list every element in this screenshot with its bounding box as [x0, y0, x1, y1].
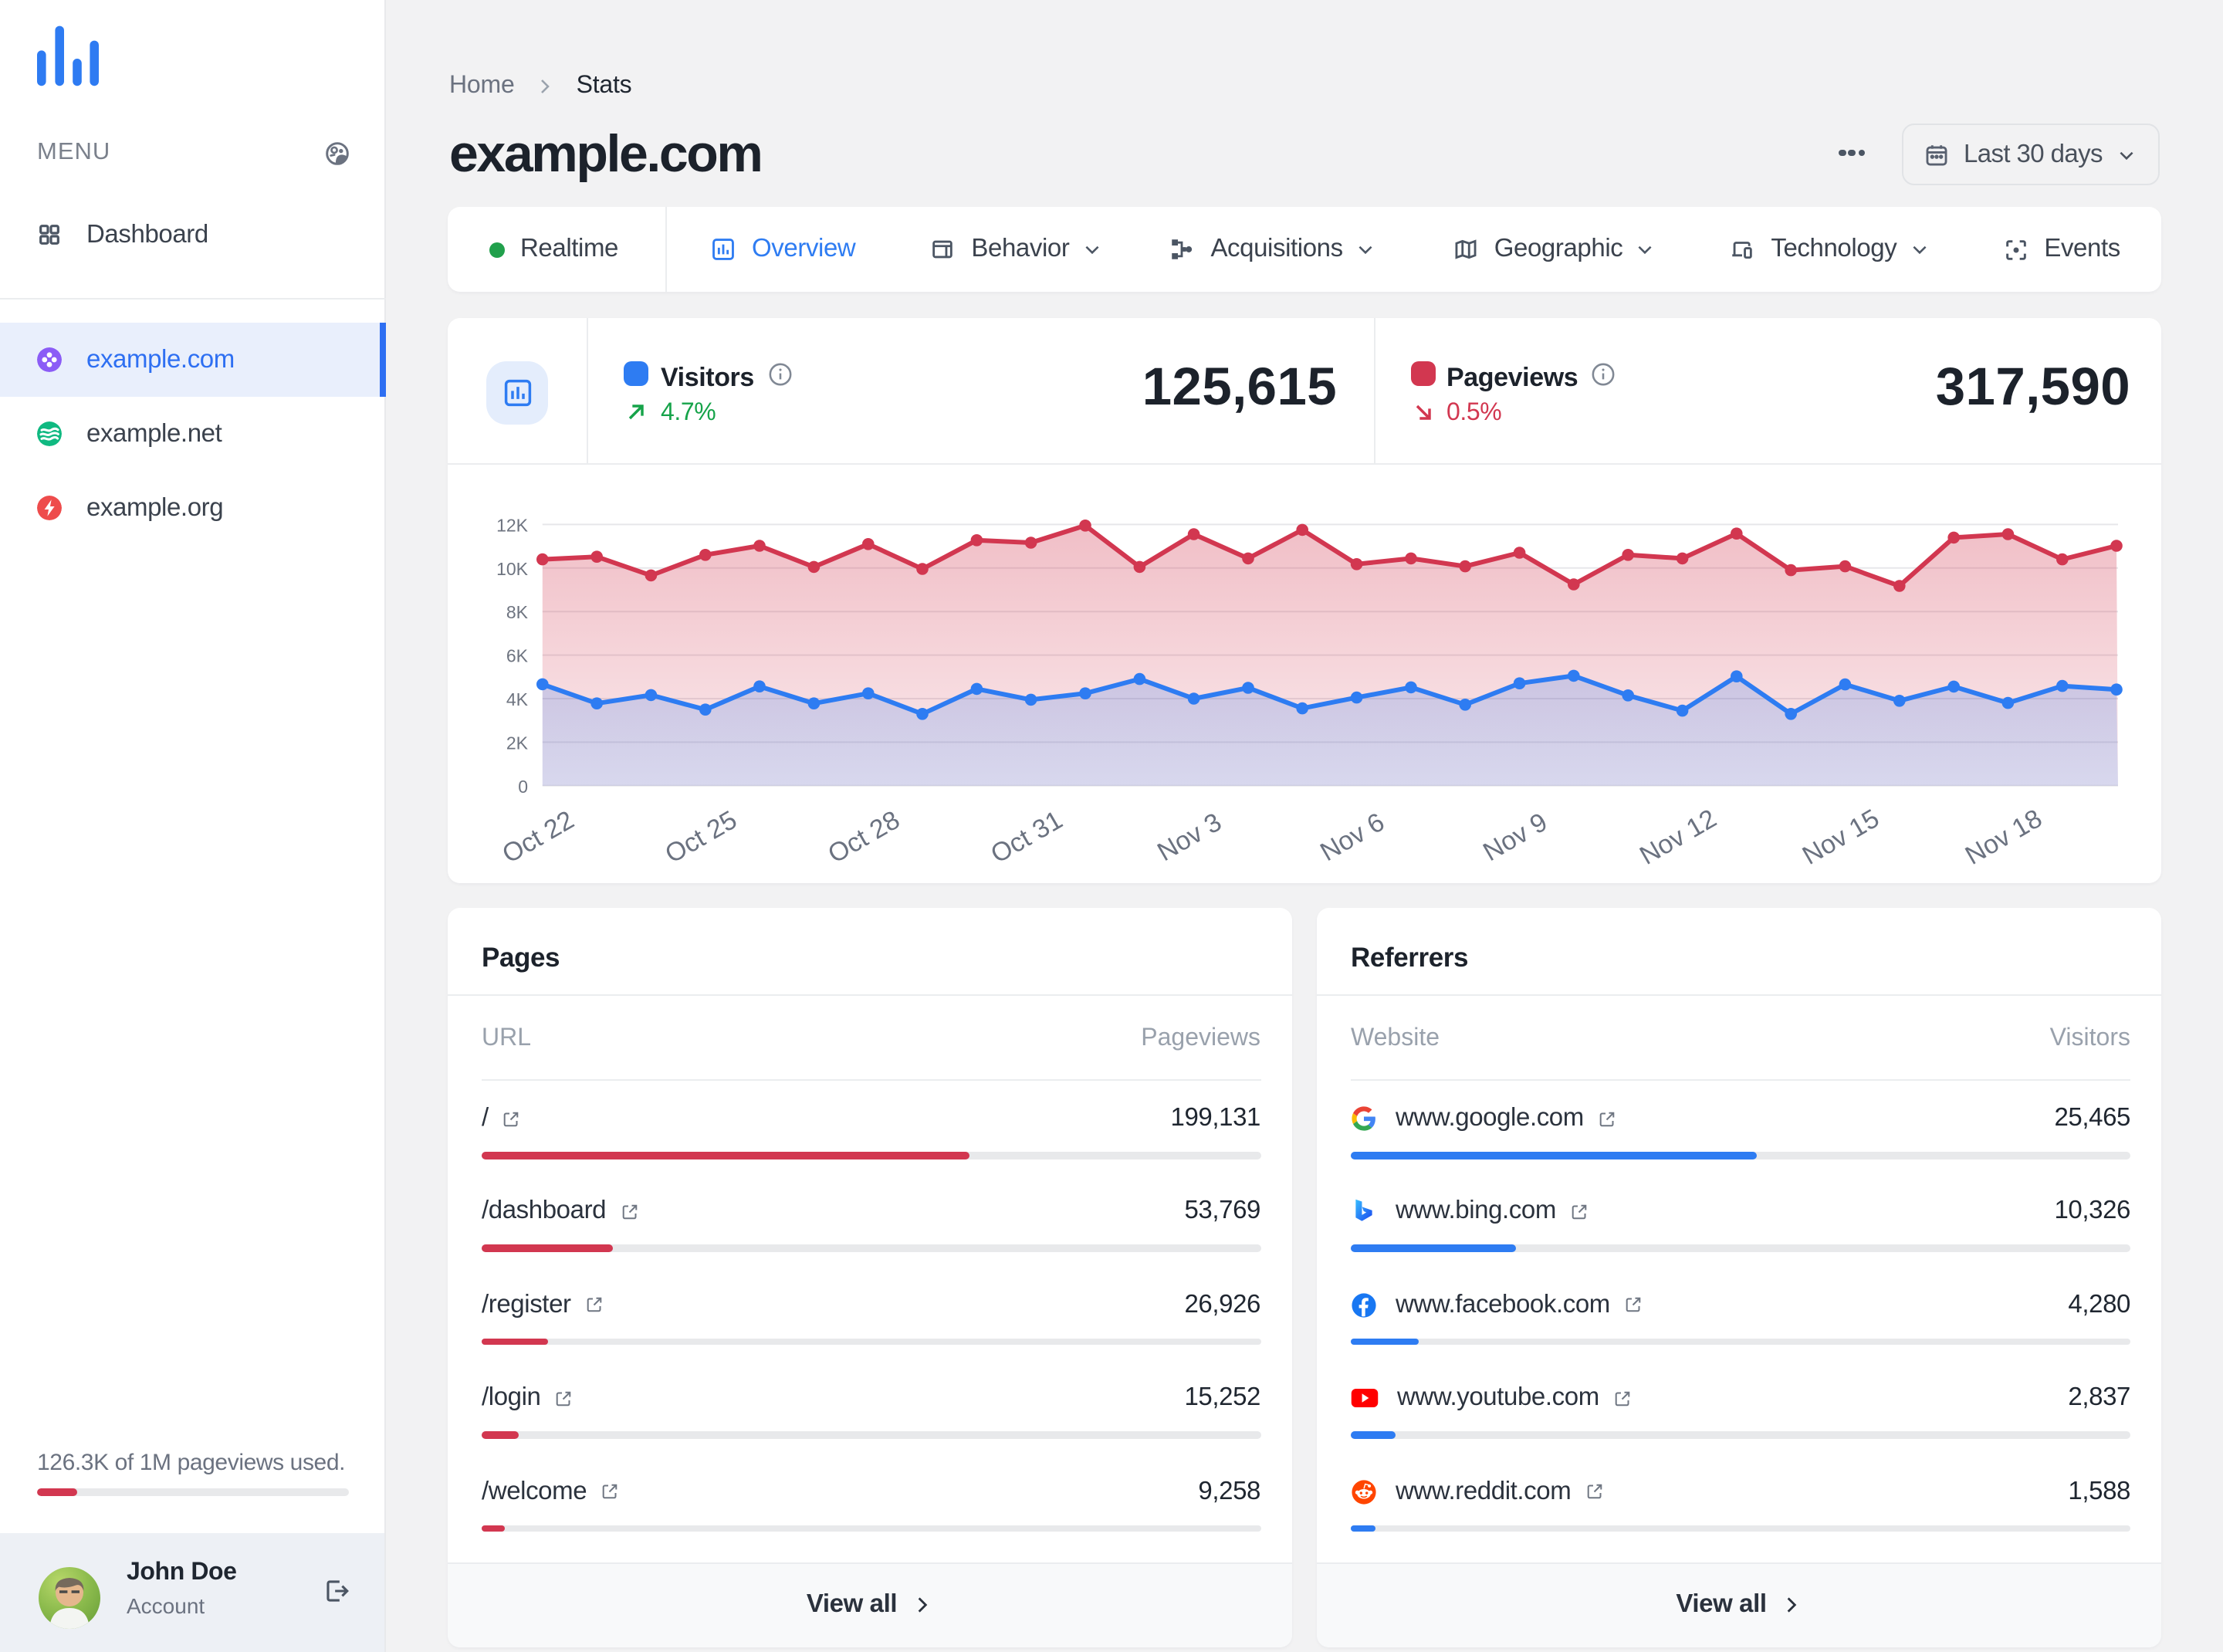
svg-text:Nov 15: Nov 15 [1798, 804, 1884, 871]
svg-text:Oct 28: Oct 28 [823, 805, 905, 869]
svg-text:Nov 3: Nov 3 [1152, 807, 1227, 867]
svg-text:4K: 4K [506, 689, 529, 709]
svg-text:Nov 18: Nov 18 [1961, 804, 2047, 871]
svg-text:12K: 12K [496, 515, 529, 535]
svg-text:0: 0 [518, 777, 528, 797]
svg-text:Nov 9: Nov 9 [1478, 807, 1552, 867]
svg-text:Oct 31: Oct 31 [986, 805, 1068, 869]
svg-text:8K: 8K [506, 602, 529, 622]
svg-text:6K: 6K [506, 646, 529, 666]
svg-text:10K: 10K [496, 559, 529, 579]
svg-text:Oct 25: Oct 25 [660, 805, 742, 869]
svg-text:2K: 2K [506, 733, 529, 753]
svg-text:Oct 22: Oct 22 [497, 805, 579, 869]
svg-text:Nov 6: Nov 6 [1315, 807, 1389, 867]
svg-text:Nov 12: Nov 12 [1635, 804, 1721, 871]
